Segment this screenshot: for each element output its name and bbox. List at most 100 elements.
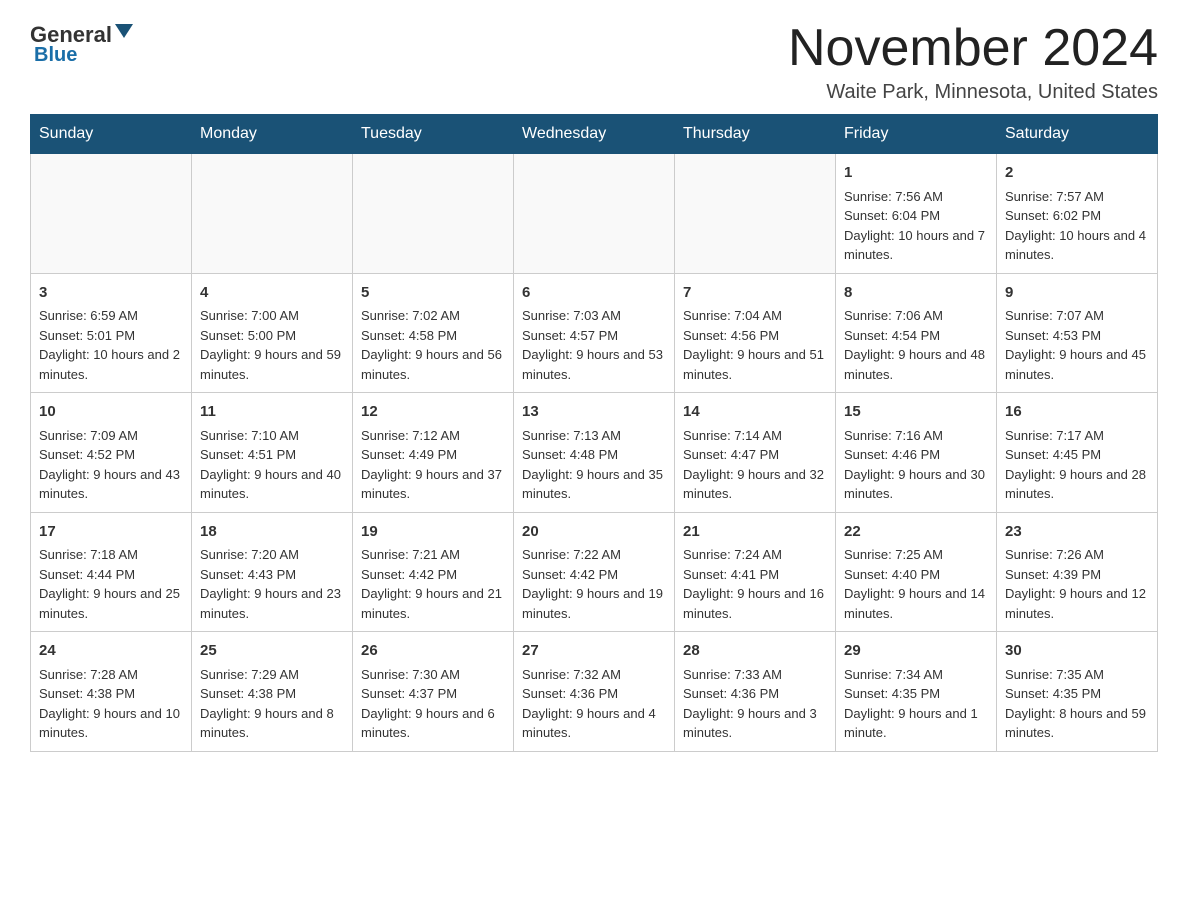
calendar-week-3: 10Sunrise: 7:09 AM Sunset: 4:52 PM Dayli…: [31, 393, 1158, 513]
day-info: Sunrise: 7:09 AM Sunset: 4:52 PM Dayligh…: [39, 426, 183, 504]
calendar-cell: 27Sunrise: 7:32 AM Sunset: 4:36 PM Dayli…: [514, 632, 675, 752]
calendar-cell: [675, 154, 836, 274]
day-number: 30: [1005, 640, 1149, 663]
calendar-cell: 6Sunrise: 7:03 AM Sunset: 4:57 PM Daylig…: [514, 273, 675, 393]
calendar-header-sunday: Sunday: [31, 115, 192, 154]
calendar-cell: 11Sunrise: 7:10 AM Sunset: 4:51 PM Dayli…: [192, 393, 353, 513]
calendar-cell: 1Sunrise: 7:56 AM Sunset: 6:04 PM Daylig…: [836, 154, 997, 274]
day-number: 23: [1005, 521, 1149, 544]
day-number: 18: [200, 521, 344, 544]
day-number: 5: [361, 282, 505, 305]
day-info: Sunrise: 7:57 AM Sunset: 6:02 PM Dayligh…: [1005, 187, 1149, 265]
calendar-cell: 15Sunrise: 7:16 AM Sunset: 4:46 PM Dayli…: [836, 393, 997, 513]
day-number: 24: [39, 640, 183, 663]
calendar-cell: 2Sunrise: 7:57 AM Sunset: 6:02 PM Daylig…: [997, 154, 1158, 274]
logo-blue-text: Blue: [30, 44, 77, 67]
day-info: Sunrise: 7:24 AM Sunset: 4:41 PM Dayligh…: [683, 545, 827, 623]
day-info: Sunrise: 7:00 AM Sunset: 5:00 PM Dayligh…: [200, 306, 344, 384]
day-number: 20: [522, 521, 666, 544]
day-number: 9: [1005, 282, 1149, 305]
day-number: 25: [200, 640, 344, 663]
calendar-cell: 8Sunrise: 7:06 AM Sunset: 4:54 PM Daylig…: [836, 273, 997, 393]
calendar-cell: [353, 154, 514, 274]
calendar-header-monday: Monday: [192, 115, 353, 154]
calendar-cell: 5Sunrise: 7:02 AM Sunset: 4:58 PM Daylig…: [353, 273, 514, 393]
calendar-week-5: 24Sunrise: 7:28 AM Sunset: 4:38 PM Dayli…: [31, 632, 1158, 752]
day-info: Sunrise: 7:25 AM Sunset: 4:40 PM Dayligh…: [844, 545, 988, 623]
day-info: Sunrise: 7:33 AM Sunset: 4:36 PM Dayligh…: [683, 665, 827, 743]
day-number: 6: [522, 282, 666, 305]
day-number: 13: [522, 401, 666, 424]
day-number: 4: [200, 282, 344, 305]
day-info: Sunrise: 7:03 AM Sunset: 4:57 PM Dayligh…: [522, 306, 666, 384]
day-info: Sunrise: 7:06 AM Sunset: 4:54 PM Dayligh…: [844, 306, 988, 384]
day-info: Sunrise: 7:07 AM Sunset: 4:53 PM Dayligh…: [1005, 306, 1149, 384]
day-info: Sunrise: 7:32 AM Sunset: 4:36 PM Dayligh…: [522, 665, 666, 743]
calendar-cell: 22Sunrise: 7:25 AM Sunset: 4:40 PM Dayli…: [836, 512, 997, 632]
day-number: 7: [683, 282, 827, 305]
day-number: 29: [844, 640, 988, 663]
day-info: Sunrise: 7:02 AM Sunset: 4:58 PM Dayligh…: [361, 306, 505, 384]
day-info: Sunrise: 7:30 AM Sunset: 4:37 PM Dayligh…: [361, 665, 505, 743]
day-info: Sunrise: 7:12 AM Sunset: 4:49 PM Dayligh…: [361, 426, 505, 504]
day-info: Sunrise: 6:59 AM Sunset: 5:01 PM Dayligh…: [39, 306, 183, 384]
month-title: November 2024: [788, 20, 1158, 77]
calendar-header-row: SundayMondayTuesdayWednesdayThursdayFrid…: [31, 115, 1158, 154]
calendar-header-tuesday: Tuesday: [353, 115, 514, 154]
day-info: Sunrise: 7:20 AM Sunset: 4:43 PM Dayligh…: [200, 545, 344, 623]
day-number: 8: [844, 282, 988, 305]
calendar-cell: 25Sunrise: 7:29 AM Sunset: 4:38 PM Dayli…: [192, 632, 353, 752]
calendar-cell: 4Sunrise: 7:00 AM Sunset: 5:00 PM Daylig…: [192, 273, 353, 393]
day-number: 27: [522, 640, 666, 663]
calendar-cell: 29Sunrise: 7:34 AM Sunset: 4:35 PM Dayli…: [836, 632, 997, 752]
day-number: 1: [844, 162, 988, 185]
calendar-cell: 24Sunrise: 7:28 AM Sunset: 4:38 PM Dayli…: [31, 632, 192, 752]
calendar-cell: 26Sunrise: 7:30 AM Sunset: 4:37 PM Dayli…: [353, 632, 514, 752]
calendar-cell: 3Sunrise: 6:59 AM Sunset: 5:01 PM Daylig…: [31, 273, 192, 393]
location-text: Waite Park, Minnesota, United States: [788, 81, 1158, 104]
day-info: Sunrise: 7:21 AM Sunset: 4:42 PM Dayligh…: [361, 545, 505, 623]
calendar-cell: 28Sunrise: 7:33 AM Sunset: 4:36 PM Dayli…: [675, 632, 836, 752]
day-info: Sunrise: 7:04 AM Sunset: 4:56 PM Dayligh…: [683, 306, 827, 384]
calendar-cell: 21Sunrise: 7:24 AM Sunset: 4:41 PM Dayli…: [675, 512, 836, 632]
calendar-cell: [192, 154, 353, 274]
day-info: Sunrise: 7:29 AM Sunset: 4:38 PM Dayligh…: [200, 665, 344, 743]
calendar-header-saturday: Saturday: [997, 115, 1158, 154]
calendar-header-wednesday: Wednesday: [514, 115, 675, 154]
day-info: Sunrise: 7:28 AM Sunset: 4:38 PM Dayligh…: [39, 665, 183, 743]
day-info: Sunrise: 7:22 AM Sunset: 4:42 PM Dayligh…: [522, 545, 666, 623]
calendar-cell: 7Sunrise: 7:04 AM Sunset: 4:56 PM Daylig…: [675, 273, 836, 393]
calendar-cell: 20Sunrise: 7:22 AM Sunset: 4:42 PM Dayli…: [514, 512, 675, 632]
day-number: 21: [683, 521, 827, 544]
calendar-cell: 16Sunrise: 7:17 AM Sunset: 4:45 PM Dayli…: [997, 393, 1158, 513]
calendar-week-1: 1Sunrise: 7:56 AM Sunset: 6:04 PM Daylig…: [31, 154, 1158, 274]
calendar-cell: 19Sunrise: 7:21 AM Sunset: 4:42 PM Dayli…: [353, 512, 514, 632]
day-info: Sunrise: 7:56 AM Sunset: 6:04 PM Dayligh…: [844, 187, 988, 265]
day-number: 17: [39, 521, 183, 544]
day-number: 12: [361, 401, 505, 424]
day-info: Sunrise: 7:16 AM Sunset: 4:46 PM Dayligh…: [844, 426, 988, 504]
calendar-cell: 9Sunrise: 7:07 AM Sunset: 4:53 PM Daylig…: [997, 273, 1158, 393]
calendar-week-4: 17Sunrise: 7:18 AM Sunset: 4:44 PM Dayli…: [31, 512, 1158, 632]
day-info: Sunrise: 7:14 AM Sunset: 4:47 PM Dayligh…: [683, 426, 827, 504]
calendar-cell: [514, 154, 675, 274]
day-info: Sunrise: 7:26 AM Sunset: 4:39 PM Dayligh…: [1005, 545, 1149, 623]
calendar-header-thursday: Thursday: [675, 115, 836, 154]
page-header: General Blue November 2024 Waite Park, M…: [30, 20, 1158, 104]
calendar-cell: 10Sunrise: 7:09 AM Sunset: 4:52 PM Dayli…: [31, 393, 192, 513]
day-number: 19: [361, 521, 505, 544]
day-number: 14: [683, 401, 827, 424]
day-info: Sunrise: 7:34 AM Sunset: 4:35 PM Dayligh…: [844, 665, 988, 743]
day-number: 11: [200, 401, 344, 424]
logo: General Blue: [30, 20, 136, 67]
day-info: Sunrise: 7:18 AM Sunset: 4:44 PM Dayligh…: [39, 545, 183, 623]
calendar-cell: 12Sunrise: 7:12 AM Sunset: 4:49 PM Dayli…: [353, 393, 514, 513]
day-number: 22: [844, 521, 988, 544]
day-info: Sunrise: 7:35 AM Sunset: 4:35 PM Dayligh…: [1005, 665, 1149, 743]
day-number: 15: [844, 401, 988, 424]
day-info: Sunrise: 7:10 AM Sunset: 4:51 PM Dayligh…: [200, 426, 344, 504]
logo-arrow-icon: [113, 20, 135, 42]
calendar-header-friday: Friday: [836, 115, 997, 154]
calendar-cell: [31, 154, 192, 274]
calendar-cell: 30Sunrise: 7:35 AM Sunset: 4:35 PM Dayli…: [997, 632, 1158, 752]
